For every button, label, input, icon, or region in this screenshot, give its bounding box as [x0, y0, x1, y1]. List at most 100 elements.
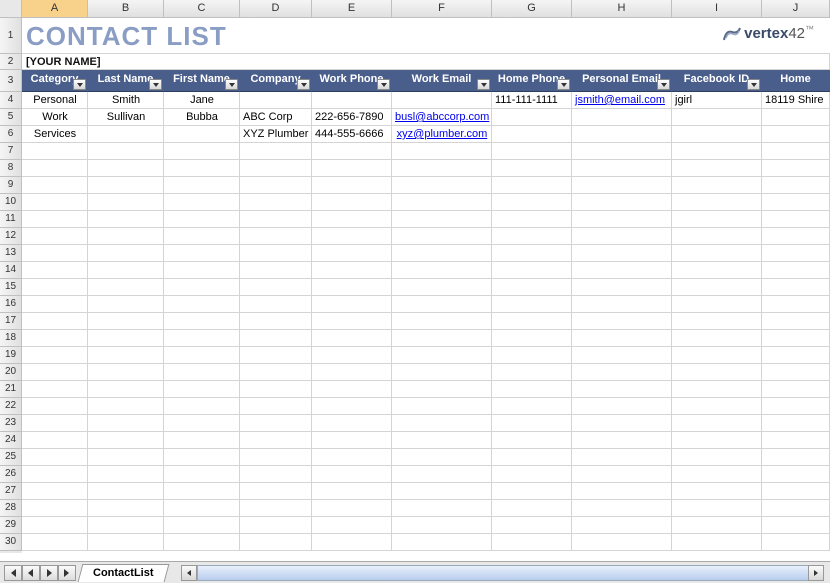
empty-cell[interactable] [164, 415, 240, 432]
empty-cell[interactable] [672, 449, 762, 466]
empty-cell[interactable] [240, 449, 312, 466]
empty-cell[interactable] [312, 483, 392, 500]
column-header-f[interactable]: F [392, 0, 492, 17]
column-header-d[interactable]: D [240, 0, 312, 17]
empty-cell[interactable] [240, 330, 312, 347]
empty-cell[interactable] [240, 143, 312, 160]
empty-cell[interactable] [312, 211, 392, 228]
table-row[interactable] [22, 245, 830, 262]
empty-cell[interactable] [22, 432, 88, 449]
empty-cell[interactable] [672, 279, 762, 296]
empty-cell[interactable] [492, 347, 572, 364]
row-header[interactable]: 23 [0, 415, 22, 432]
empty-cell[interactable] [762, 194, 830, 211]
empty-cell[interactable] [672, 415, 762, 432]
header-home-phone[interactable]: Home Phone [492, 70, 572, 92]
filter-dropdown-icon[interactable] [557, 79, 570, 90]
empty-cell[interactable] [572, 262, 672, 279]
cell-work-phone[interactable]: 222-656-7890 [312, 109, 392, 126]
empty-cell[interactable] [572, 177, 672, 194]
empty-cell[interactable] [392, 296, 492, 313]
empty-cell[interactable] [312, 245, 392, 262]
empty-cell[interactable] [572, 415, 672, 432]
row-header[interactable]: 29 [0, 517, 22, 534]
filter-dropdown-icon[interactable] [377, 79, 390, 90]
row-header[interactable]: 25 [0, 449, 22, 466]
empty-cell[interactable] [164, 398, 240, 415]
empty-cell[interactable] [240, 517, 312, 534]
row-header[interactable]: 16 [0, 296, 22, 313]
empty-cell[interactable] [492, 194, 572, 211]
empty-cell[interactable] [572, 228, 672, 245]
empty-cell[interactable] [312, 194, 392, 211]
tab-nav-last-icon[interactable] [58, 565, 76, 581]
cell-company[interactable]: ABC Corp [240, 109, 312, 126]
cell-company[interactable]: XYZ Plumber [240, 126, 312, 143]
tab-nav-first-icon[interactable] [4, 565, 22, 581]
empty-cell[interactable] [492, 500, 572, 517]
empty-cell[interactable] [164, 211, 240, 228]
empty-cell[interactable] [240, 347, 312, 364]
table-row[interactable]: Personal Smith Jane 111-111-1111 jsmith@… [22, 92, 830, 109]
table-row[interactable] [22, 194, 830, 211]
header-last-name[interactable]: Last Name [88, 70, 164, 92]
filter-dropdown-icon[interactable] [747, 79, 760, 90]
empty-cell[interactable] [392, 449, 492, 466]
empty-cell[interactable] [240, 534, 312, 551]
empty-cell[interactable] [392, 279, 492, 296]
table-row[interactable] [22, 296, 830, 313]
empty-cell[interactable] [572, 466, 672, 483]
empty-cell[interactable] [22, 177, 88, 194]
empty-cell[interactable] [164, 194, 240, 211]
empty-cell[interactable] [88, 211, 164, 228]
table-row[interactable] [22, 483, 830, 500]
empty-cell[interactable] [492, 415, 572, 432]
header-personal-email[interactable]: Personal Email [572, 70, 672, 92]
empty-cell[interactable] [672, 347, 762, 364]
empty-cell[interactable] [492, 279, 572, 296]
empty-cell[interactable] [88, 415, 164, 432]
cell-work-email[interactable]: busl@abccorp.com [392, 109, 492, 126]
empty-cell[interactable] [240, 381, 312, 398]
table-row[interactable] [22, 228, 830, 245]
empty-cell[interactable] [22, 415, 88, 432]
column-header-j[interactable]: J [762, 0, 830, 17]
empty-cell[interactable] [672, 177, 762, 194]
cell-home-phone[interactable] [492, 109, 572, 126]
empty-cell[interactable] [240, 500, 312, 517]
empty-cell[interactable] [22, 381, 88, 398]
table-row[interactable] [22, 211, 830, 228]
empty-cell[interactable] [762, 364, 830, 381]
table-row[interactable] [22, 177, 830, 194]
empty-cell[interactable] [392, 262, 492, 279]
empty-cell[interactable] [572, 432, 672, 449]
scroll-left-icon[interactable] [181, 565, 197, 581]
empty-cell[interactable] [312, 466, 392, 483]
cell-personal-email[interactable] [572, 109, 672, 126]
filter-dropdown-icon[interactable] [297, 79, 310, 90]
cell-work-email[interactable] [392, 92, 492, 109]
table-row[interactable] [22, 466, 830, 483]
row-header[interactable]: 4 [0, 92, 22, 109]
empty-cell[interactable] [392, 483, 492, 500]
empty-cell[interactable] [312, 143, 392, 160]
empty-cell[interactable] [22, 262, 88, 279]
table-row[interactable] [22, 449, 830, 466]
table-row[interactable] [22, 381, 830, 398]
header-home[interactable]: Home [762, 70, 830, 92]
row-header[interactable]: 1 [0, 18, 22, 54]
empty-cell[interactable] [492, 398, 572, 415]
empty-cell[interactable] [88, 160, 164, 177]
empty-cell[interactable] [572, 245, 672, 262]
empty-cell[interactable] [492, 534, 572, 551]
empty-cell[interactable] [88, 432, 164, 449]
empty-cell[interactable] [164, 432, 240, 449]
header-first-name[interactable]: First Name [164, 70, 240, 92]
empty-cell[interactable] [88, 177, 164, 194]
empty-cell[interactable] [672, 211, 762, 228]
empty-cell[interactable] [762, 228, 830, 245]
empty-cell[interactable] [88, 381, 164, 398]
table-row[interactable] [22, 347, 830, 364]
empty-cell[interactable] [312, 262, 392, 279]
cell-home[interactable]: 18119 Shire [762, 92, 830, 109]
